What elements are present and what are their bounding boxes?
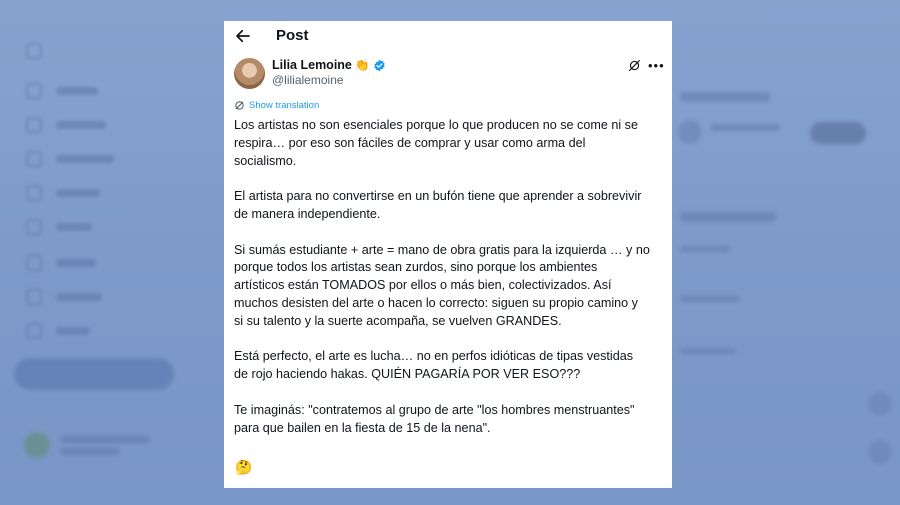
show-translation-label[interactable]: Show translation bbox=[249, 100, 319, 111]
post-paragraph: Está perfecto, el arte es lucha… no en p… bbox=[234, 349, 634, 382]
blurred-left-sidebar bbox=[0, 0, 225, 505]
thinking-face-emoji: 🤔 bbox=[235, 459, 253, 475]
blurred-nav-item bbox=[26, 83, 98, 99]
blurred-heading bbox=[680, 212, 776, 222]
blurred-post-button bbox=[14, 358, 174, 390]
blurred-circle bbox=[868, 392, 892, 416]
blurred-nav-item bbox=[26, 117, 106, 133]
blurred-text bbox=[680, 296, 740, 302]
verified-badge-icon[interactable] bbox=[373, 59, 386, 72]
blurred-follow-button bbox=[810, 122, 866, 144]
arrow-left-icon[interactable] bbox=[234, 27, 252, 45]
blurred-nav-item bbox=[26, 323, 90, 339]
grok-icon[interactable] bbox=[628, 59, 641, 72]
post-paragraph: Te imaginás: "contratemos al grupo de ar… bbox=[234, 402, 635, 435]
post-paragraph: El artista para no convertirse en un buf… bbox=[234, 189, 642, 221]
blurred-avatar bbox=[678, 120, 702, 144]
post-header: Post bbox=[224, 21, 672, 51]
blurred-profile bbox=[24, 430, 194, 460]
blurred-nav-item bbox=[26, 43, 42, 59]
clapping-hands-emoji: 👏 bbox=[354, 58, 370, 72]
page-title: Post bbox=[276, 27, 309, 44]
blurred-nav-item bbox=[26, 289, 102, 305]
post-card: Post Lilia Lemoine 👏 @lilialemoine ••• S… bbox=[224, 21, 672, 488]
blurred-text bbox=[680, 246, 730, 252]
avatar[interactable] bbox=[234, 58, 265, 89]
blurred-right-sidebar bbox=[672, 0, 900, 505]
more-icon[interactable]: ••• bbox=[648, 58, 665, 73]
blurred-text bbox=[710, 124, 780, 131]
blurred-heading bbox=[680, 92, 770, 102]
author-handle[interactable]: @lilialemoine bbox=[272, 73, 344, 87]
post-paragraph: Los artistas no son esenciales porque lo… bbox=[234, 118, 638, 168]
blurred-nav-item bbox=[26, 151, 114, 167]
translate-icon bbox=[235, 101, 244, 110]
blurred-nav-item bbox=[26, 185, 100, 201]
blurred-circle bbox=[868, 440, 892, 464]
blurred-nav-item bbox=[26, 219, 92, 235]
blurred-nav-item bbox=[26, 255, 96, 271]
author-name-row: Lilia Lemoine 👏 bbox=[272, 58, 386, 72]
post-paragraph: Si sumás estudiante + arte = mano de obr… bbox=[234, 242, 650, 328]
show-translation-link[interactable]: Show translation bbox=[234, 100, 319, 111]
post-text: Los artistas no son esenciales porque lo… bbox=[234, 117, 666, 455]
author-display-name[interactable]: Lilia Lemoine bbox=[272, 58, 352, 72]
blurred-text bbox=[680, 348, 736, 354]
